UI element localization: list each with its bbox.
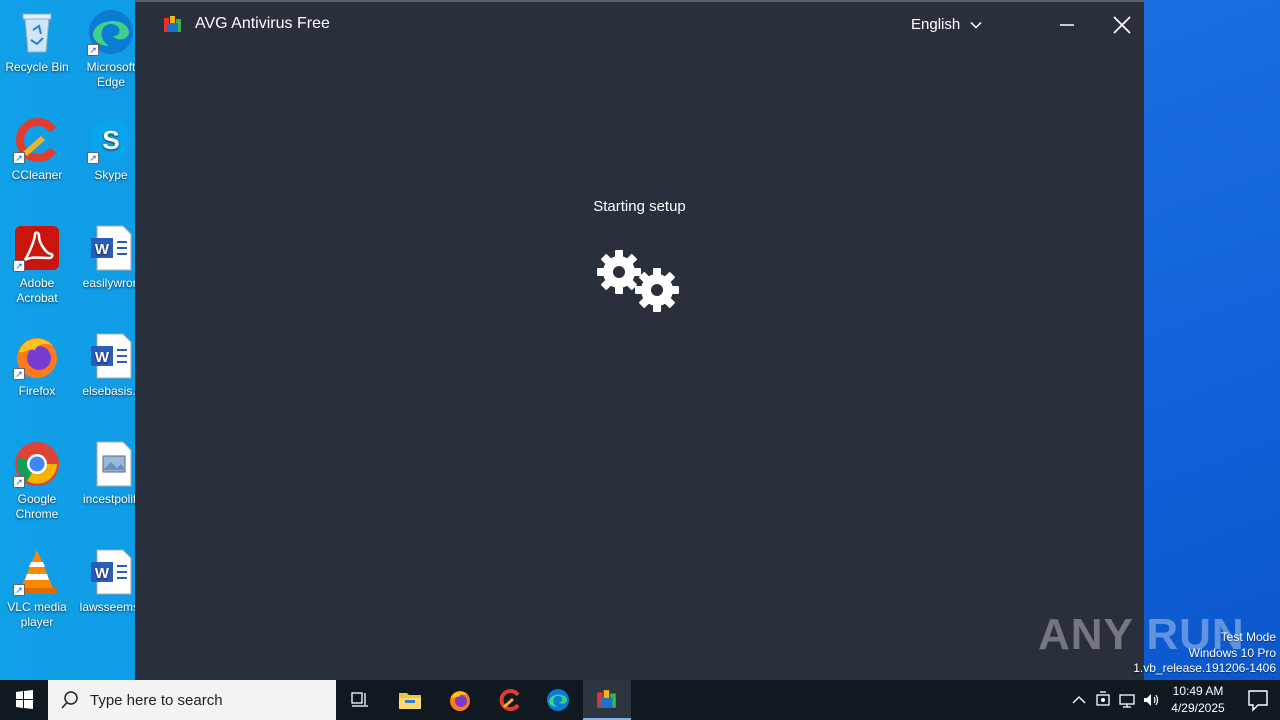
shortcut-arrow-icon: ↗ bbox=[87, 44, 99, 56]
acrobat-icon: ↗ bbox=[13, 224, 61, 272]
ccleaner-icon bbox=[499, 689, 520, 711]
network-icon[interactable] bbox=[1118, 690, 1136, 710]
avg-setup-window: AVG Antivirus Free English Starting setu… bbox=[135, 0, 1144, 680]
desktop-icon-recycle-bin[interactable]: Recycle Bin bbox=[0, 2, 74, 75]
word-document-icon: W bbox=[87, 332, 135, 380]
shortcut-arrow-icon: ↗ bbox=[13, 368, 25, 380]
desktop-icon-label: Recycle Bin bbox=[5, 60, 69, 74]
firefox-icon bbox=[450, 691, 470, 711]
clock-date: 4/29/2025 bbox=[1171, 701, 1225, 715]
taskbar-file-explorer[interactable] bbox=[386, 680, 434, 720]
minimize-button[interactable] bbox=[1049, 10, 1085, 40]
volume-icon[interactable] bbox=[1142, 690, 1160, 710]
vlc-icon: ↗ bbox=[13, 548, 61, 596]
window-title: AVG Antivirus Free bbox=[195, 15, 330, 32]
desktop-icon-label: Adobe Acrobat bbox=[16, 276, 58, 305]
file-explorer-icon bbox=[399, 693, 421, 709]
search-placeholder: Type here to search bbox=[90, 691, 223, 709]
desktop-icon-vlc[interactable]: ↗ VLC media player bbox=[0, 542, 74, 630]
taskbar: Type here to search 10:49 AM 4/29/2025 bbox=[0, 680, 1280, 720]
taskbar-clock[interactable]: 10:49 AM 4/29/2025 bbox=[1162, 683, 1234, 717]
taskbar-search-box[interactable]: Type here to search bbox=[48, 680, 336, 720]
start-button[interactable] bbox=[0, 680, 48, 720]
edge-icon bbox=[547, 689, 569, 711]
desktop-icon-ccleaner[interactable]: ↗ CCleaner bbox=[0, 110, 74, 183]
minimize-icon bbox=[1060, 24, 1074, 26]
taskbar-ccleaner[interactable] bbox=[486, 680, 534, 720]
image-file-icon bbox=[87, 440, 135, 488]
show-hidden-icons-chevron-icon[interactable] bbox=[1070, 690, 1088, 710]
task-view-button[interactable] bbox=[336, 680, 384, 720]
shortcut-arrow-icon: ↗ bbox=[87, 152, 99, 164]
taskbar-edge[interactable] bbox=[534, 680, 582, 720]
svg-text:W: W bbox=[95, 241, 110, 258]
word-document-icon: W bbox=[87, 224, 135, 272]
shortcut-arrow-icon: ↗ bbox=[13, 152, 25, 164]
taskbar-firefox[interactable] bbox=[436, 680, 484, 720]
shortcut-arrow-icon: ↗ bbox=[13, 260, 25, 272]
test-mode-label: Test Mode bbox=[1220, 630, 1276, 644]
desktop-background-right bbox=[1144, 0, 1280, 680]
close-icon bbox=[1113, 16, 1131, 34]
windows-edition-label: Windows 10 Pro bbox=[1188, 645, 1276, 660]
svg-text:W: W bbox=[95, 349, 110, 366]
language-value: English bbox=[911, 16, 961, 33]
desktop-icon-adobe-acrobat[interactable]: ↗ Adobe Acrobat bbox=[0, 218, 74, 306]
desktop-icon-google-chrome[interactable]: ↗ Google Chrome bbox=[0, 434, 74, 522]
close-button[interactable] bbox=[1104, 10, 1140, 40]
chrome-icon: ↗ bbox=[13, 440, 61, 488]
avg-logo-icon bbox=[164, 16, 181, 32]
desktop-icon-label: Google Chrome bbox=[15, 492, 59, 521]
gears-loading-icon bbox=[597, 250, 679, 312]
shortcut-arrow-icon: ↗ bbox=[13, 476, 25, 488]
svg-text:W: W bbox=[95, 565, 110, 582]
window-titlebar[interactable]: AVG Antivirus Free English bbox=[135, 2, 1144, 48]
windows-logo-icon bbox=[16, 690, 33, 709]
build-label: 1.vb_release.191206-1406 bbox=[1133, 661, 1276, 675]
task-view-icon bbox=[351, 692, 368, 707]
desktop-icon-label: Firefox bbox=[18, 384, 56, 398]
desktop-icon-firefox[interactable]: ↗ Firefox bbox=[0, 326, 74, 399]
clock-time: 10:49 AM bbox=[1172, 684, 1224, 698]
word-document-icon: W bbox=[87, 548, 135, 596]
taskbar-avg-setup[interactable] bbox=[583, 680, 631, 720]
ccleaner-icon: ↗ bbox=[13, 116, 61, 164]
search-icon bbox=[61, 691, 78, 709]
recycle-bin-icon bbox=[13, 8, 61, 56]
notifications-icon bbox=[1248, 690, 1268, 712]
firefox-icon: ↗ bbox=[13, 332, 61, 380]
system-info-text: Test Mode Windows 10 Pro 1.vb_release.19… bbox=[1133, 630, 1276, 677]
setup-status-text: Starting setup bbox=[593, 198, 686, 215]
desktop-icon-label: VLC media player bbox=[7, 600, 67, 629]
desktop-icon-label: CCleaner bbox=[11, 168, 63, 182]
shortcut-arrow-icon: ↗ bbox=[13, 584, 25, 596]
skype-icon: S ↗ bbox=[87, 116, 135, 164]
language-dropdown[interactable]: English bbox=[911, 16, 982, 33]
avg-logo-icon bbox=[597, 690, 616, 708]
security-tray-icon[interactable] bbox=[1094, 690, 1112, 710]
svg-text:S: S bbox=[102, 125, 119, 155]
action-center-button[interactable] bbox=[1236, 680, 1280, 720]
chevron-down-icon bbox=[970, 21, 982, 29]
edge-icon: ↗ bbox=[87, 8, 135, 56]
